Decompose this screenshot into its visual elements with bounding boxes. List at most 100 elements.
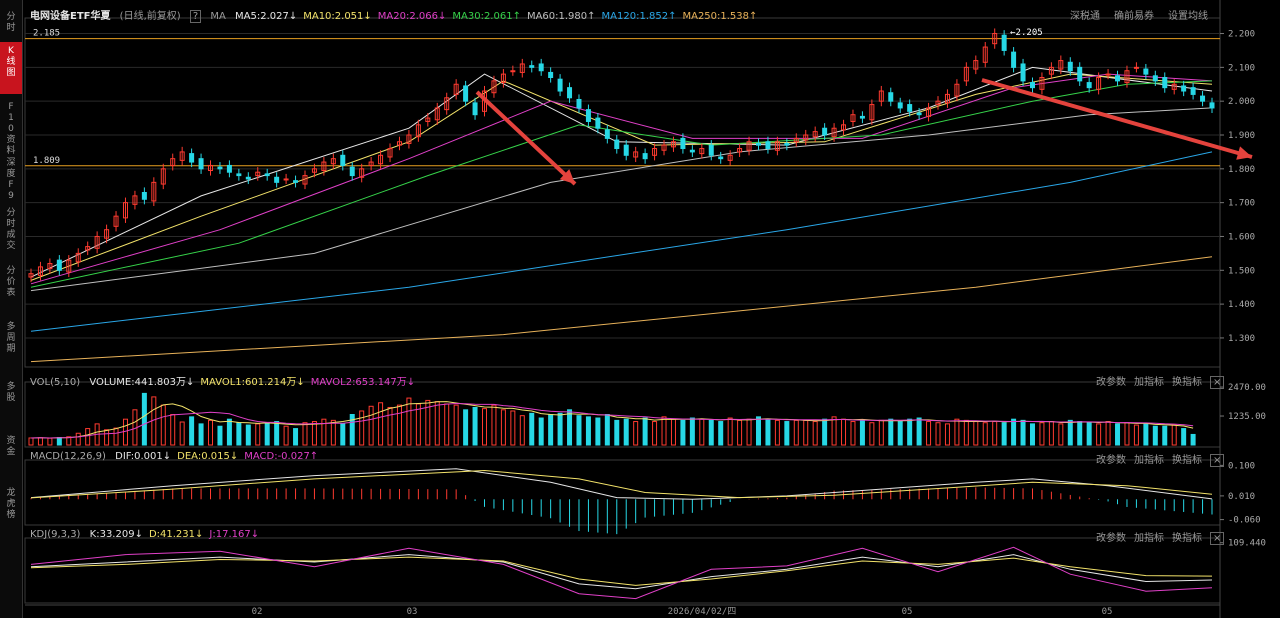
volume-bar [774, 419, 780, 446]
candle-body [1001, 34, 1007, 51]
x-axis-label: 02 [252, 607, 263, 617]
volume-bar [765, 418, 771, 446]
volume-bar [699, 418, 705, 446]
volume-bar [614, 419, 620, 446]
price-tick-label: 2.000 [1228, 97, 1255, 107]
header-button-0[interactable]: 深税通 [1070, 11, 1100, 22]
candle-body [236, 173, 242, 177]
candle-body [680, 137, 686, 150]
sidebar-item-3[interactable]: 深度F9 [0, 154, 22, 202]
vol-panel-button-0[interactable]: 改参数 [1096, 377, 1126, 388]
volume-bar [472, 406, 478, 446]
price-tick-label: 1.800 [1228, 165, 1255, 175]
volume-bar [680, 419, 686, 446]
volume-bar [387, 406, 393, 446]
candle-body [784, 142, 790, 146]
chart-canvas[interactable]: 2.200 2.100 2.000 1.900 1.800 1.700 1.600 1.500… [22, 0, 1280, 618]
volume-bar [302, 422, 308, 446]
sidebar-item-1[interactable]: K线图 [0, 42, 22, 94]
macd-panel-button-2[interactable]: 换指标 [1172, 455, 1202, 466]
candle-body [538, 63, 544, 72]
x-axis-label: 05 [1102, 607, 1113, 617]
kdj-tick-label: 109.440 [1228, 539, 1266, 549]
candle-body [293, 180, 299, 183]
kdj-panel-button-2[interactable]: 换指标 [1172, 533, 1202, 544]
kdj-close-icon[interactable]: × [1210, 532, 1225, 545]
sidebar-item-7[interactable]: 多股 [0, 378, 22, 422]
candle-body [1143, 68, 1149, 75]
macd-panel-button-0[interactable]: 改参数 [1096, 455, 1126, 466]
kdj-value-2: J:17.167↓ [209, 529, 260, 540]
volume-bar [831, 416, 837, 446]
macd-name: MACD(12,26,9) [30, 451, 106, 462]
high-annotation: ←2.205 [1010, 28, 1043, 38]
ma-value-5: MA120:1.852↑ [601, 11, 677, 22]
volume-bar [75, 432, 81, 446]
volume-bar [264, 423, 270, 446]
macd-tick-label: 0.100 [1228, 461, 1255, 471]
volume-bar [1171, 424, 1177, 446]
sidebar-item-4[interactable]: 分时成交 [0, 204, 22, 258]
ma-value-6: MA250:1.538↑ [682, 11, 758, 22]
candle-body [349, 166, 355, 177]
candle-body [1067, 61, 1073, 72]
ma-value-2: MA20:2.066↓ [377, 11, 447, 22]
volume-bar [670, 418, 676, 446]
volume-bar [519, 415, 525, 446]
volume-bar [1105, 421, 1111, 446]
candle-body [1105, 73, 1111, 76]
x-axis-label: 2026/04/02/四 [668, 607, 737, 617]
candle-body [217, 166, 223, 170]
help-icon[interactable]: ? [189, 10, 202, 23]
candle-body [1162, 77, 1168, 89]
sidebar-item-5[interactable]: 分价表 [0, 262, 22, 310]
candle-body [708, 144, 714, 156]
macd-panel-button-1[interactable]: 加指标 [1134, 455, 1164, 466]
volume-bar [28, 437, 34, 446]
price-tick-label: 2.200 [1228, 30, 1255, 40]
sidebar-item-8[interactable]: 资金 [0, 432, 22, 474]
volume-bar [567, 409, 573, 446]
volume-bar [482, 408, 488, 446]
volume-bar [330, 419, 336, 446]
header-button-1[interactable]: 确前易券 [1114, 11, 1154, 22]
kdj-header: KDJ(9,3,3) K:33.209↓ D:41.231↓ J:17.167↓ [30, 529, 265, 540]
sidebar-item-9[interactable]: 龙虎榜 [0, 484, 22, 534]
volume-bar [1029, 423, 1035, 446]
sidebar-item-0[interactable]: 分时 [0, 8, 22, 38]
x-axis-label: 05 [902, 607, 913, 617]
kdj-panel-button-0[interactable]: 改参数 [1096, 533, 1126, 544]
volume-bar [368, 405, 374, 446]
vol-panel-button-1[interactable]: 加指标 [1134, 377, 1164, 388]
vol-panel-button-2[interactable]: 换指标 [1172, 377, 1202, 388]
price-tick-label: 1.600 [1228, 232, 1255, 242]
price-tick-label: 1.400 [1228, 300, 1255, 310]
volume-bar [529, 412, 535, 446]
volume-bar [897, 421, 903, 446]
candle-body [189, 153, 195, 163]
volume-bar [104, 429, 110, 446]
header-button-2[interactable]: 设置均线 [1168, 11, 1208, 22]
volume-bar [793, 419, 799, 446]
sidebar-item-6[interactable]: 多周期 [0, 318, 22, 370]
price-tick-label: 1.700 [1228, 199, 1255, 209]
volume-bar [1162, 425, 1168, 446]
volume-bar [359, 410, 365, 446]
sidebar-item-2[interactable]: F10资料 [0, 98, 22, 156]
volume-bar [1058, 423, 1064, 446]
candle-body [141, 192, 147, 200]
kdj-panel-button-1[interactable]: 加指标 [1134, 533, 1164, 544]
volume-bar [415, 403, 421, 446]
candle-body [226, 164, 232, 173]
volume-bar [689, 417, 695, 446]
mavol-line [30, 402, 1194, 439]
volume-bar [737, 419, 743, 446]
macd-close-icon[interactable]: × [1210, 454, 1225, 467]
volume-bar [122, 418, 128, 446]
candle-body [529, 65, 535, 68]
volume-bar [538, 417, 544, 446]
price-tick-label: 1.300 [1228, 334, 1255, 344]
volume-bar [37, 437, 43, 446]
volume-bar [822, 418, 828, 446]
vol-close-icon[interactable]: × [1210, 376, 1225, 389]
